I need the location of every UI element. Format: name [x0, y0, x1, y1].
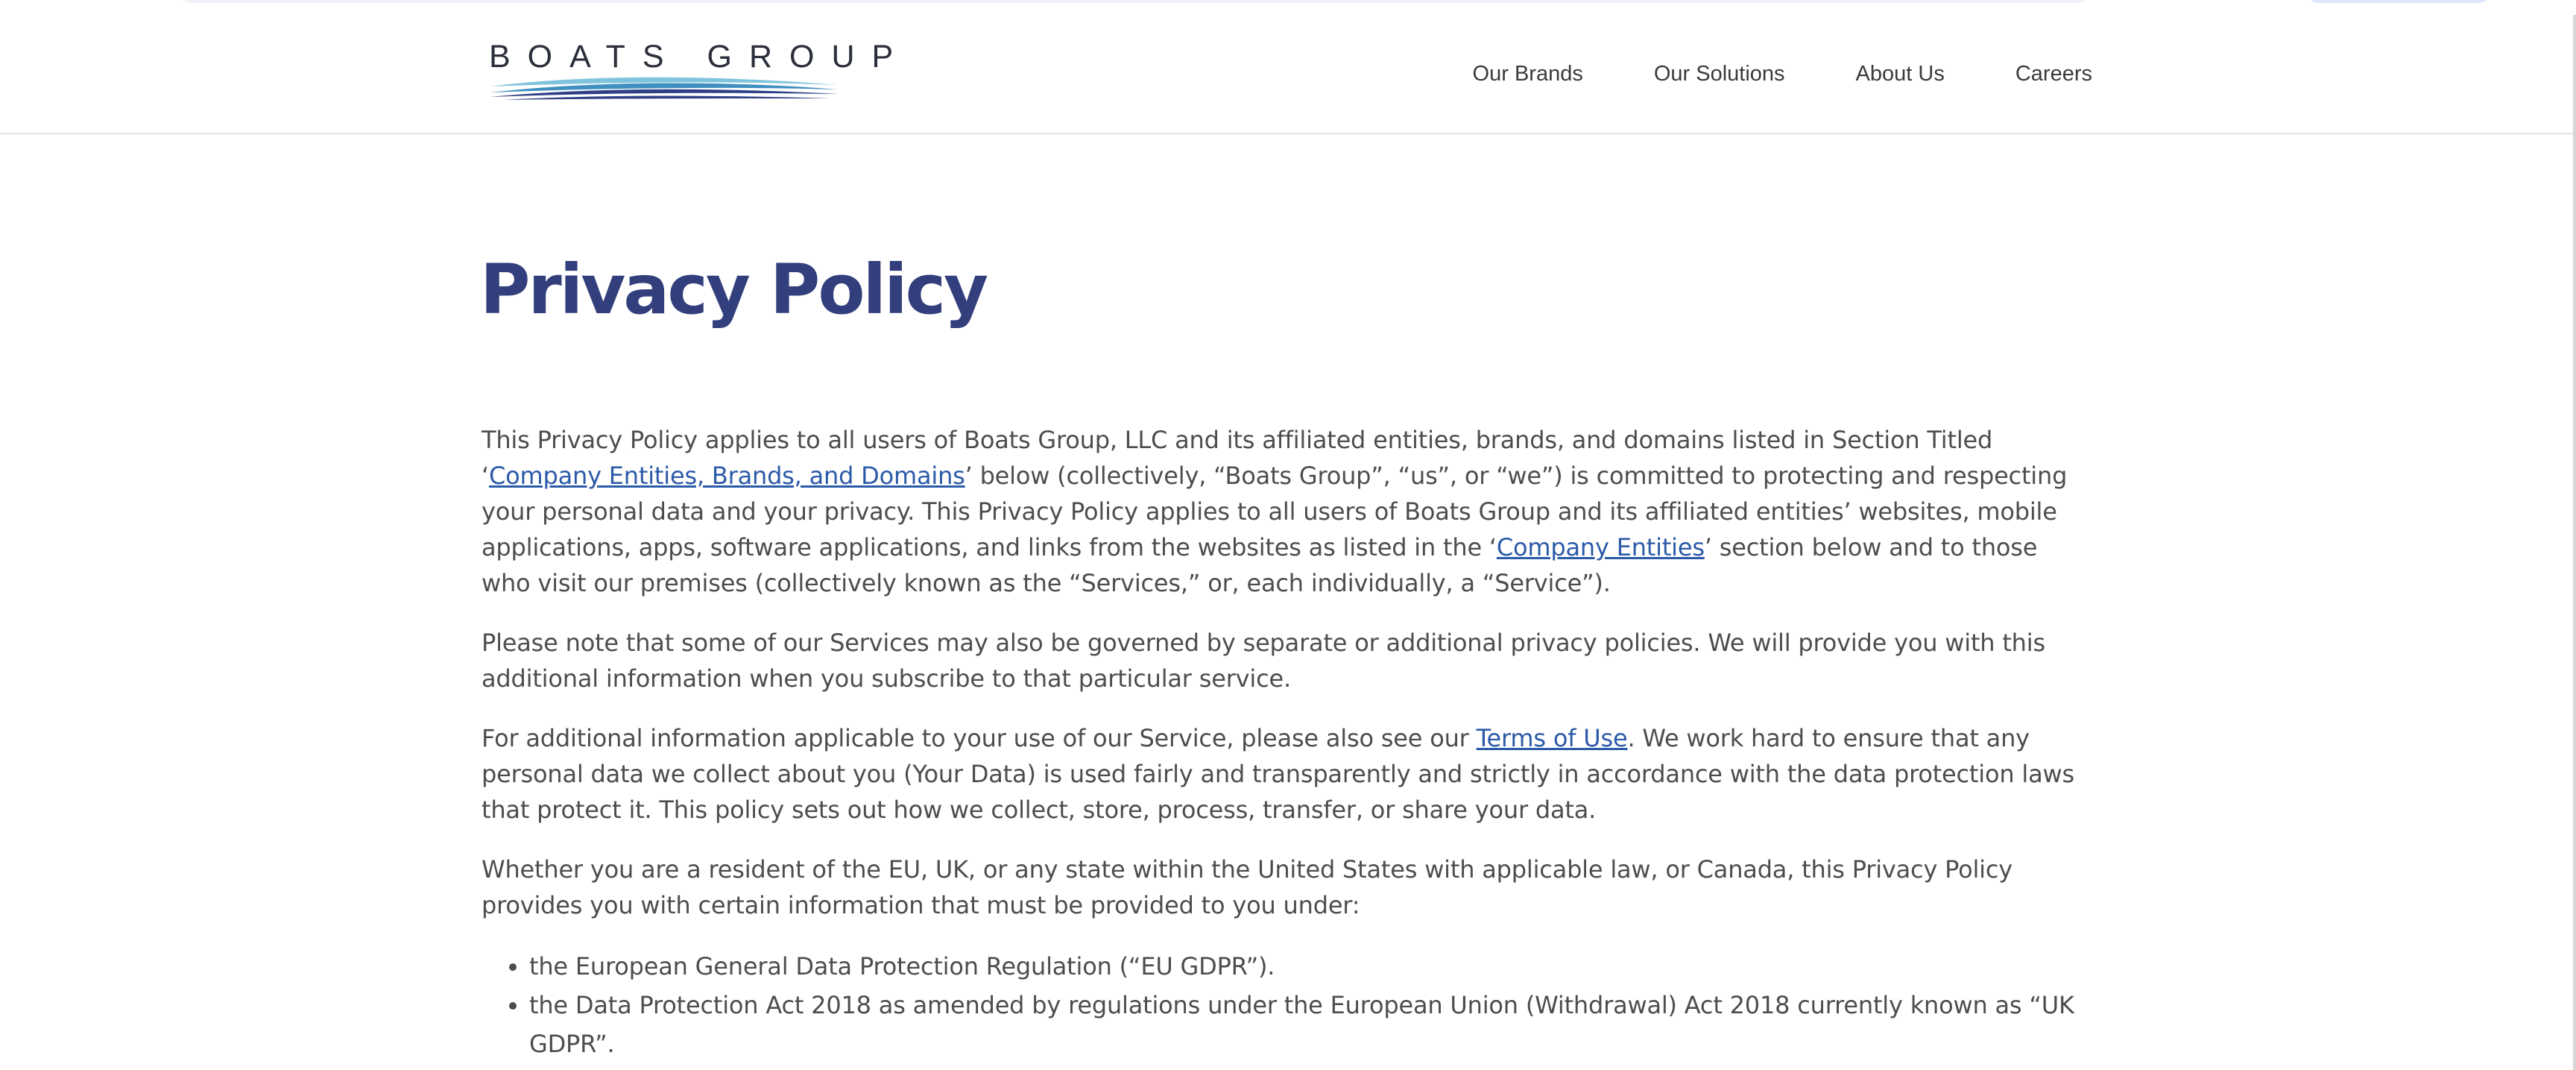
nav-about-us[interactable]: About Us — [1856, 62, 1945, 86]
list-item: the European General Data Protection Reg… — [529, 947, 2092, 986]
toolbar-button-edge[interactable] — [2308, 0, 2490, 3]
company-entities-link[interactable]: Company Entities — [1497, 533, 1705, 561]
main-nav: Our Brands Our Solutions About Us Career… — [1473, 15, 2092, 133]
page-title: Privacy Policy — [480, 250, 988, 330]
regulation-list: the European General Data Protection Reg… — [482, 947, 2092, 1063]
nav-careers[interactable]: Careers — [2015, 62, 2092, 86]
company-entities-brands-domains-link[interactable]: Company Entities, Brands, and Domains — [489, 462, 965, 490]
terms-text-a: For additional information applicable to… — [482, 724, 1477, 752]
terms-of-use-link[interactable]: Terms of Use — [1477, 724, 1628, 752]
nav-our-solutions[interactable]: Our Solutions — [1654, 62, 1785, 86]
logo-wordmark: BOATS GROUP — [489, 39, 911, 75]
separate-policies-paragraph: Please note that some of our Services ma… — [482, 629, 2045, 693]
address-bar-edge[interactable] — [180, 0, 2089, 3]
intro-paragraph: This Privacy Policy applies to all users… — [482, 422, 2092, 601]
policy-body: This Privacy Policy applies to all users… — [482, 422, 2092, 1063]
residency-paragraph: Whether you are a resident of the EU, UK… — [482, 855, 2013, 919]
page-scrollbar[interactable] — [2573, 15, 2576, 1070]
browser-top-strip — [0, 0, 2576, 16]
nav-our-brands[interactable]: Our Brands — [1473, 62, 1583, 86]
boats-group-logo[interactable]: BOATS GROUP — [489, 37, 911, 109]
logo-waves-icon — [490, 77, 838, 100]
site-header: BOATS GROUP Our Brands Our Solutions Abo… — [0, 15, 2573, 134]
list-item: the Data Protection Act 2018 as amended … — [529, 986, 2092, 1063]
terms-paragraph: For additional information applicable to… — [482, 720, 2092, 828]
